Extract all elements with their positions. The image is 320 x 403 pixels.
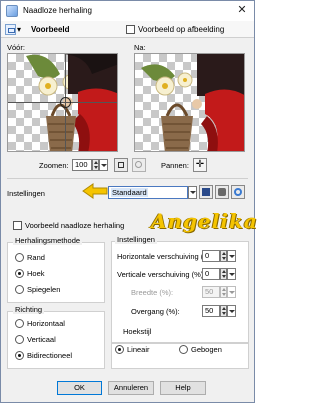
pan-icon[interactable]: ✛: [193, 158, 207, 172]
basket-icon: [161, 103, 193, 151]
transition-dropdown-button[interactable]: [227, 305, 236, 317]
v-shift-dropdown-button[interactable]: [227, 268, 236, 280]
zoom-label: Zoomen:: [39, 161, 69, 170]
params-group-title: Instellingen: [115, 235, 157, 244]
width-stepper[interactable]: [220, 286, 227, 298]
corner-linear-label: Lineair: [127, 345, 150, 354]
preview-toggle-label[interactable]: Voorbeeld: [31, 25, 70, 34]
reset-button[interactable]: [231, 185, 245, 199]
direction-horizontal-label: Horizontaal: [27, 319, 65, 328]
direction-vertical-label: Verticaal: [27, 335, 56, 344]
dialog-window: Naadloze herhaling ✕ ▾ Voorbeeld Voorbee…: [0, 0, 258, 403]
direction-bidirectional-label: Bidirectioneel: [27, 351, 73, 360]
manage-presets-button[interactable]: [215, 185, 229, 199]
toolbar: ▾ Voorbeeld Voorbeeld op afbeelding: [1, 21, 254, 38]
magnifier-icon: [135, 161, 142, 168]
close-icon[interactable]: ✕: [234, 3, 250, 18]
zoom-fit-button[interactable]: [114, 158, 128, 172]
corner-linear-radio[interactable]: [115, 345, 124, 354]
help-button[interactable]: Help: [160, 381, 206, 395]
preset-combo-value: Standaard: [111, 188, 148, 197]
corner-curved-label: Gebogen: [191, 345, 222, 354]
width-input[interactable]: 50: [202, 286, 220, 298]
h-shift-dropdown-button[interactable]: [227, 250, 236, 262]
separator: [7, 178, 248, 179]
direction-vertical-radio[interactable]: [15, 335, 24, 344]
direction-horizontal-radio[interactable]: [15, 319, 24, 328]
chevron-down-icon[interactable]: ▾: [17, 25, 21, 34]
save-icon: [202, 188, 210, 196]
seamless-preview-label: Voorbeeld naadloze herhaling: [25, 221, 125, 230]
watermark-logo: Angelika: [151, 209, 258, 233]
width-dropdown-button[interactable]: [227, 286, 236, 298]
corner-style-title: Hoekstijl: [121, 327, 154, 336]
method-hoek-label: Hoek: [27, 269, 45, 278]
method-mirror-label: Spiegelen: [27, 285, 61, 294]
fit-window-icon: [118, 162, 124, 168]
pan-label: Pannen:: [161, 161, 189, 170]
reset-icon: [234, 188, 242, 196]
v-shift-input[interactable]: 0: [202, 268, 220, 280]
direction-bidirectional-radio[interactable]: [15, 351, 24, 360]
title-bar[interactable]: Naadloze herhaling ✕: [1, 1, 254, 21]
cancel-button[interactable]: Annuleren: [108, 381, 154, 395]
h-shift-stepper[interactable]: [220, 250, 227, 262]
window-title: Naadloze herhaling: [23, 6, 92, 15]
pointer-arrow-icon: [82, 183, 108, 199]
seamless-preview-checkbox[interactable]: [13, 221, 22, 230]
corner-curved-radio[interactable]: [179, 345, 188, 354]
after-label: Na:: [134, 43, 146, 52]
zoom-input[interactable]: 100: [72, 159, 92, 171]
after-preview[interactable]: [134, 53, 245, 152]
method-rand-radio[interactable]: [15, 253, 24, 262]
preset-combo[interactable]: Standaard: [108, 186, 188, 199]
direction-group-title: Richting: [13, 305, 45, 314]
method-group-title: Herhalingsmethode: [13, 236, 83, 245]
presets-manager-icon: [218, 188, 226, 196]
transition-stepper[interactable]: [220, 305, 227, 317]
method-hoek-radio[interactable]: [15, 269, 24, 278]
transition-input[interactable]: 50: [202, 305, 220, 317]
basket-icon: [46, 103, 76, 151]
presets-icon[interactable]: [5, 24, 16, 35]
app-icon: [6, 5, 18, 17]
crosshair-icon[interactable]: [60, 97, 71, 108]
preview-on-image-label: Voorbeeld op afbeelding: [138, 25, 225, 34]
width-label: Breedte (%):: [131, 288, 174, 297]
h-shift-input[interactable]: 0: [202, 250, 220, 262]
ok-button[interactable]: OK: [57, 381, 102, 395]
before-label: Vóór:: [7, 43, 25, 52]
preview-on-image-checkbox[interactable]: [126, 25, 135, 34]
flower-icon: [141, 64, 193, 96]
h-shift-label: Horizontale verschuiving (%):: [117, 252, 215, 261]
save-preset-button[interactable]: [199, 185, 213, 199]
zoom-actual-size-button[interactable]: [132, 158, 146, 172]
preset-dropdown-button[interactable]: [188, 186, 197, 199]
transition-label: Overgang (%):: [131, 307, 180, 316]
v-shift-stepper[interactable]: [220, 268, 227, 280]
settings-label: Instellingen: [7, 189, 45, 198]
method-mirror-radio[interactable]: [15, 285, 24, 294]
zoom-stepper[interactable]: [92, 159, 99, 171]
after-image: [141, 54, 244, 151]
method-rand-label: Rand: [27, 253, 45, 262]
v-shift-label: Verticale verschuiving (%):: [117, 270, 206, 279]
zoom-dropdown-button[interactable]: [99, 159, 108, 171]
before-preview[interactable]: [7, 53, 118, 152]
